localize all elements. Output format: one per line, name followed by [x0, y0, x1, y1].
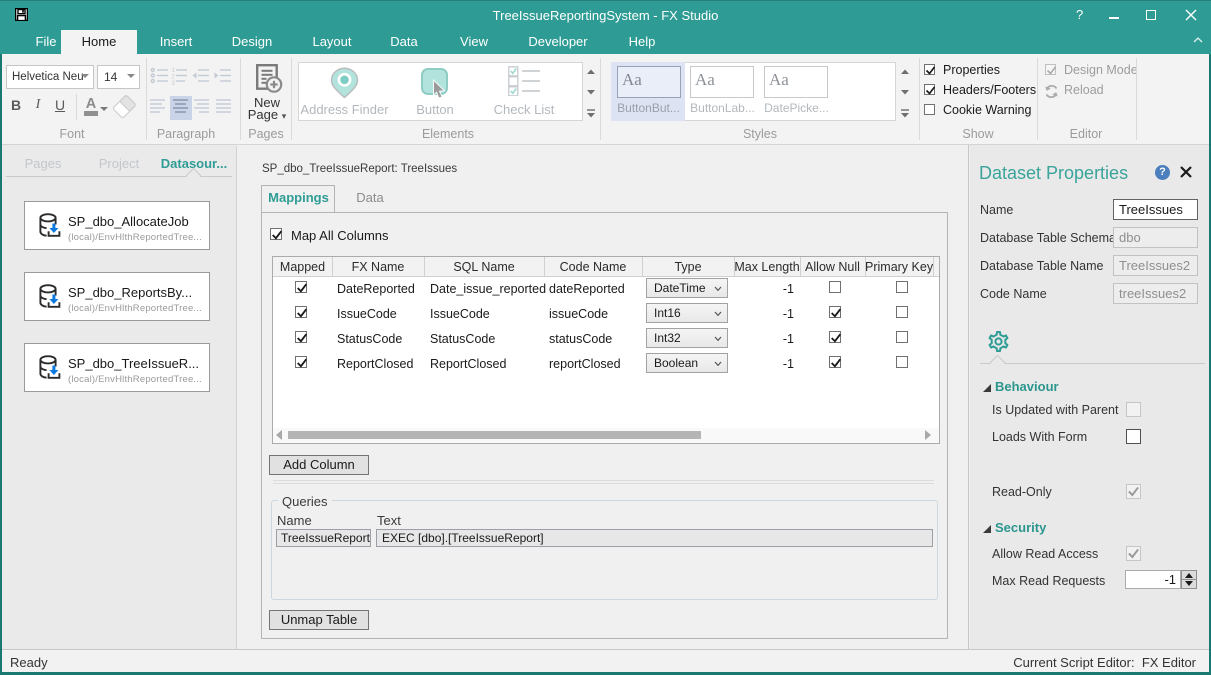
svg-text:1: 1	[172, 68, 176, 74]
svg-text:3: 3	[172, 81, 176, 87]
svg-text:2: 2	[172, 75, 176, 81]
